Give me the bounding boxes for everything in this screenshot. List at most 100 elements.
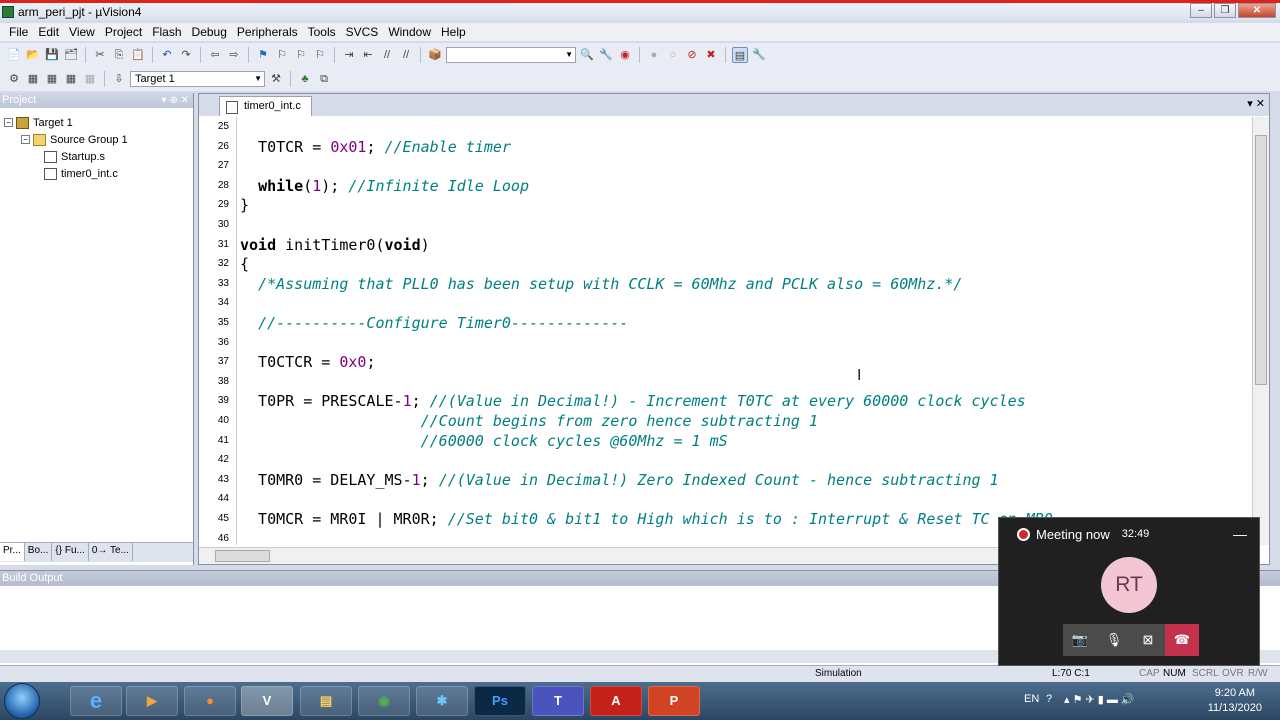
uvision-icon[interactable]: V xyxy=(241,686,293,716)
media-player-icon[interactable]: ▶ xyxy=(126,686,178,716)
tree-item-timer0[interactable]: timer0_int.c xyxy=(4,165,193,182)
menu-window[interactable]: Window xyxy=(383,25,436,39)
chrome-icon[interactable]: ◉ xyxy=(358,686,410,716)
menu-file[interactable]: File xyxy=(4,25,33,39)
internet-explorer-icon[interactable]: e xyxy=(70,686,122,716)
bookmark-prev-icon[interactable]: ⚐ xyxy=(274,47,290,63)
tree-item-target[interactable]: − Target 1 xyxy=(4,114,193,131)
file-explorer-icon[interactable]: ▤ xyxy=(300,686,352,716)
clock[interactable]: 9:20 AM 11/13/2020 xyxy=(1208,686,1262,716)
breakpoint-insert-icon[interactable]: ● xyxy=(646,47,662,63)
start-button[interactable] xyxy=(4,683,40,719)
incremental-find-icon[interactable]: 🔧 xyxy=(598,47,614,63)
code-line[interactable]: 41 //60000 clock cycles @60Mhz = 1 mS xyxy=(199,431,1251,451)
menu-help[interactable]: Help xyxy=(436,25,471,39)
powerpoint-icon[interactable]: P xyxy=(648,686,700,716)
menu-debug[interactable]: Debug xyxy=(187,25,232,39)
meeting-minimize-button[interactable]: — xyxy=(1233,526,1247,542)
panel-controls[interactable]: ▾ ⊕ ✕ xyxy=(162,93,189,108)
camera-off-icon[interactable]: 📷 xyxy=(1063,624,1097,656)
code-line[interactable]: 40 //Count begins from zero hence subtra… xyxy=(199,411,1251,431)
find-in-files-icon[interactable]: 📦 xyxy=(427,47,443,63)
menu-edit[interactable]: Edit xyxy=(33,25,64,39)
breakpoint-enable-icon[interactable]: ○ xyxy=(665,47,681,63)
photoshop-icon[interactable]: Ps xyxy=(474,686,526,716)
stop-build-icon[interactable]: ▦ xyxy=(82,71,98,87)
save-all-icon[interactable]: 🗂 xyxy=(63,47,79,63)
microphone-icon[interactable]: 🎙 xyxy=(1097,624,1131,656)
tab-books[interactable]: Bo... xyxy=(25,543,53,561)
save-icon[interactable]: 💾 xyxy=(44,47,60,63)
debug-start-icon[interactable]: ◉ xyxy=(617,47,633,63)
configure-icon[interactable]: 🔧 xyxy=(751,47,767,63)
tree-item-startup[interactable]: Startup.s xyxy=(4,148,193,165)
stop-share-icon[interactable]: ⊠ xyxy=(1131,624,1165,656)
code-line[interactable]: 44 xyxy=(199,489,1251,509)
window-layout-icon[interactable]: ▤ xyxy=(732,47,748,63)
code-line[interactable]: 42 xyxy=(199,450,1251,470)
code-line[interactable]: 38 xyxy=(199,372,1251,392)
code-line[interactable]: 36 xyxy=(199,333,1251,353)
breakpoint-kill-all-icon[interactable]: ✖ xyxy=(703,47,719,63)
tree-item-source-group[interactable]: − Source Group 1 xyxy=(4,131,193,148)
find-icon[interactable]: 🔍 xyxy=(579,47,595,63)
menu-view[interactable]: View xyxy=(64,25,100,39)
select-packs-icon[interactable]: ⧉ xyxy=(316,71,332,87)
hang-up-icon[interactable]: ☎ xyxy=(1165,624,1199,656)
collapse-icon[interactable]: − xyxy=(4,118,13,127)
language-indicator[interactable]: EN xyxy=(1024,693,1039,705)
tab-functions[interactable]: {} Fu... xyxy=(52,543,89,561)
copy-icon[interactable]: ⎘ xyxy=(111,47,127,63)
help-icon[interactable]: ? xyxy=(1046,693,1052,705)
translate-icon[interactable]: ⚙ xyxy=(6,71,22,87)
bug-app-icon[interactable]: ✱ xyxy=(416,686,468,716)
tab-project[interactable]: Pr... xyxy=(0,543,25,561)
undo-icon[interactable]: ↶ xyxy=(159,47,175,63)
code-line[interactable]: 35 //----------Configure Timer0---------… xyxy=(199,313,1251,333)
bookmark-clear-icon[interactable]: ⚐ xyxy=(312,47,328,63)
code-line[interactable]: 30 xyxy=(199,215,1251,235)
menu-flash[interactable]: Flash xyxy=(147,25,186,39)
unindent-icon[interactable]: ⇤ xyxy=(360,47,376,63)
tray-icons[interactable]: ▴ ⚑ ✈ ▮ ▬ 🔊 xyxy=(1064,693,1135,706)
new-file-icon[interactable]: 📄 xyxy=(6,47,22,63)
close-button[interactable]: ✕ xyxy=(1238,3,1276,18)
scroll-thumb[interactable] xyxy=(215,550,270,562)
nav-forward-icon[interactable]: ⇨ xyxy=(226,47,242,63)
code-line[interactable]: 34 xyxy=(199,293,1251,313)
menu-tools[interactable]: Tools xyxy=(303,25,341,39)
code-line[interactable]: 31 void initTimer0(void) xyxy=(199,235,1251,255)
menu-svcs[interactable]: SVCS xyxy=(341,25,384,39)
code-line[interactable]: 29} xyxy=(199,195,1251,215)
code-line[interactable]: 26 T0TCR = 0x01; //Enable timer xyxy=(199,137,1251,157)
code-area[interactable]: 25 26 T0TCR = 0x01; //Enable timer 27 28 wh… xyxy=(199,117,1251,545)
nav-back-icon[interactable]: ⇦ xyxy=(207,47,223,63)
code-line[interactable]: 37 T0CTCR = 0x0; xyxy=(199,352,1251,372)
paste-icon[interactable]: 📋 xyxy=(130,47,146,63)
firefox-icon[interactable]: ● xyxy=(184,686,236,716)
batch-build-icon[interactable]: ▦ xyxy=(63,71,79,87)
restore-button[interactable]: ❐ xyxy=(1214,3,1236,18)
code-line[interactable]: 25 xyxy=(199,117,1251,137)
breakpoint-disable-all-icon[interactable]: ⊘ xyxy=(684,47,700,63)
comment-icon[interactable]: // xyxy=(379,47,395,63)
manage-components-icon[interactable]: ♣ xyxy=(297,71,313,87)
scroll-thumb[interactable] xyxy=(1255,135,1267,385)
tab-templates[interactable]: 0→ Te... xyxy=(89,543,133,561)
uncomment-icon[interactable]: // xyxy=(398,47,414,63)
teams-icon[interactable]: T xyxy=(532,686,584,716)
menu-peripherals[interactable]: Peripherals xyxy=(232,25,303,39)
code-line[interactable]: 43 T0MR0 = DELAY_MS-1; //(Value in Decim… xyxy=(199,470,1251,490)
download-icon[interactable]: ⇩ xyxy=(111,71,127,87)
find-combo[interactable]: ▼ xyxy=(446,47,576,63)
code-line[interactable]: 28 while(1); //Infinite Idle Loop xyxy=(199,176,1251,196)
target-options-icon[interactable]: ⚒ xyxy=(268,71,284,87)
vertical-scrollbar[interactable] xyxy=(1252,117,1269,545)
code-line[interactable]: 27 xyxy=(199,156,1251,176)
rebuild-icon[interactable]: ▦ xyxy=(44,71,60,87)
menu-project[interactable]: Project xyxy=(100,25,147,39)
open-folder-icon[interactable]: 📂 xyxy=(25,47,41,63)
cut-icon[interactable]: ✂ xyxy=(92,47,108,63)
tab-timer0-int-c[interactable]: timer0_int.c xyxy=(219,96,312,116)
bookmark-icon[interactable]: ⚑ xyxy=(255,47,271,63)
